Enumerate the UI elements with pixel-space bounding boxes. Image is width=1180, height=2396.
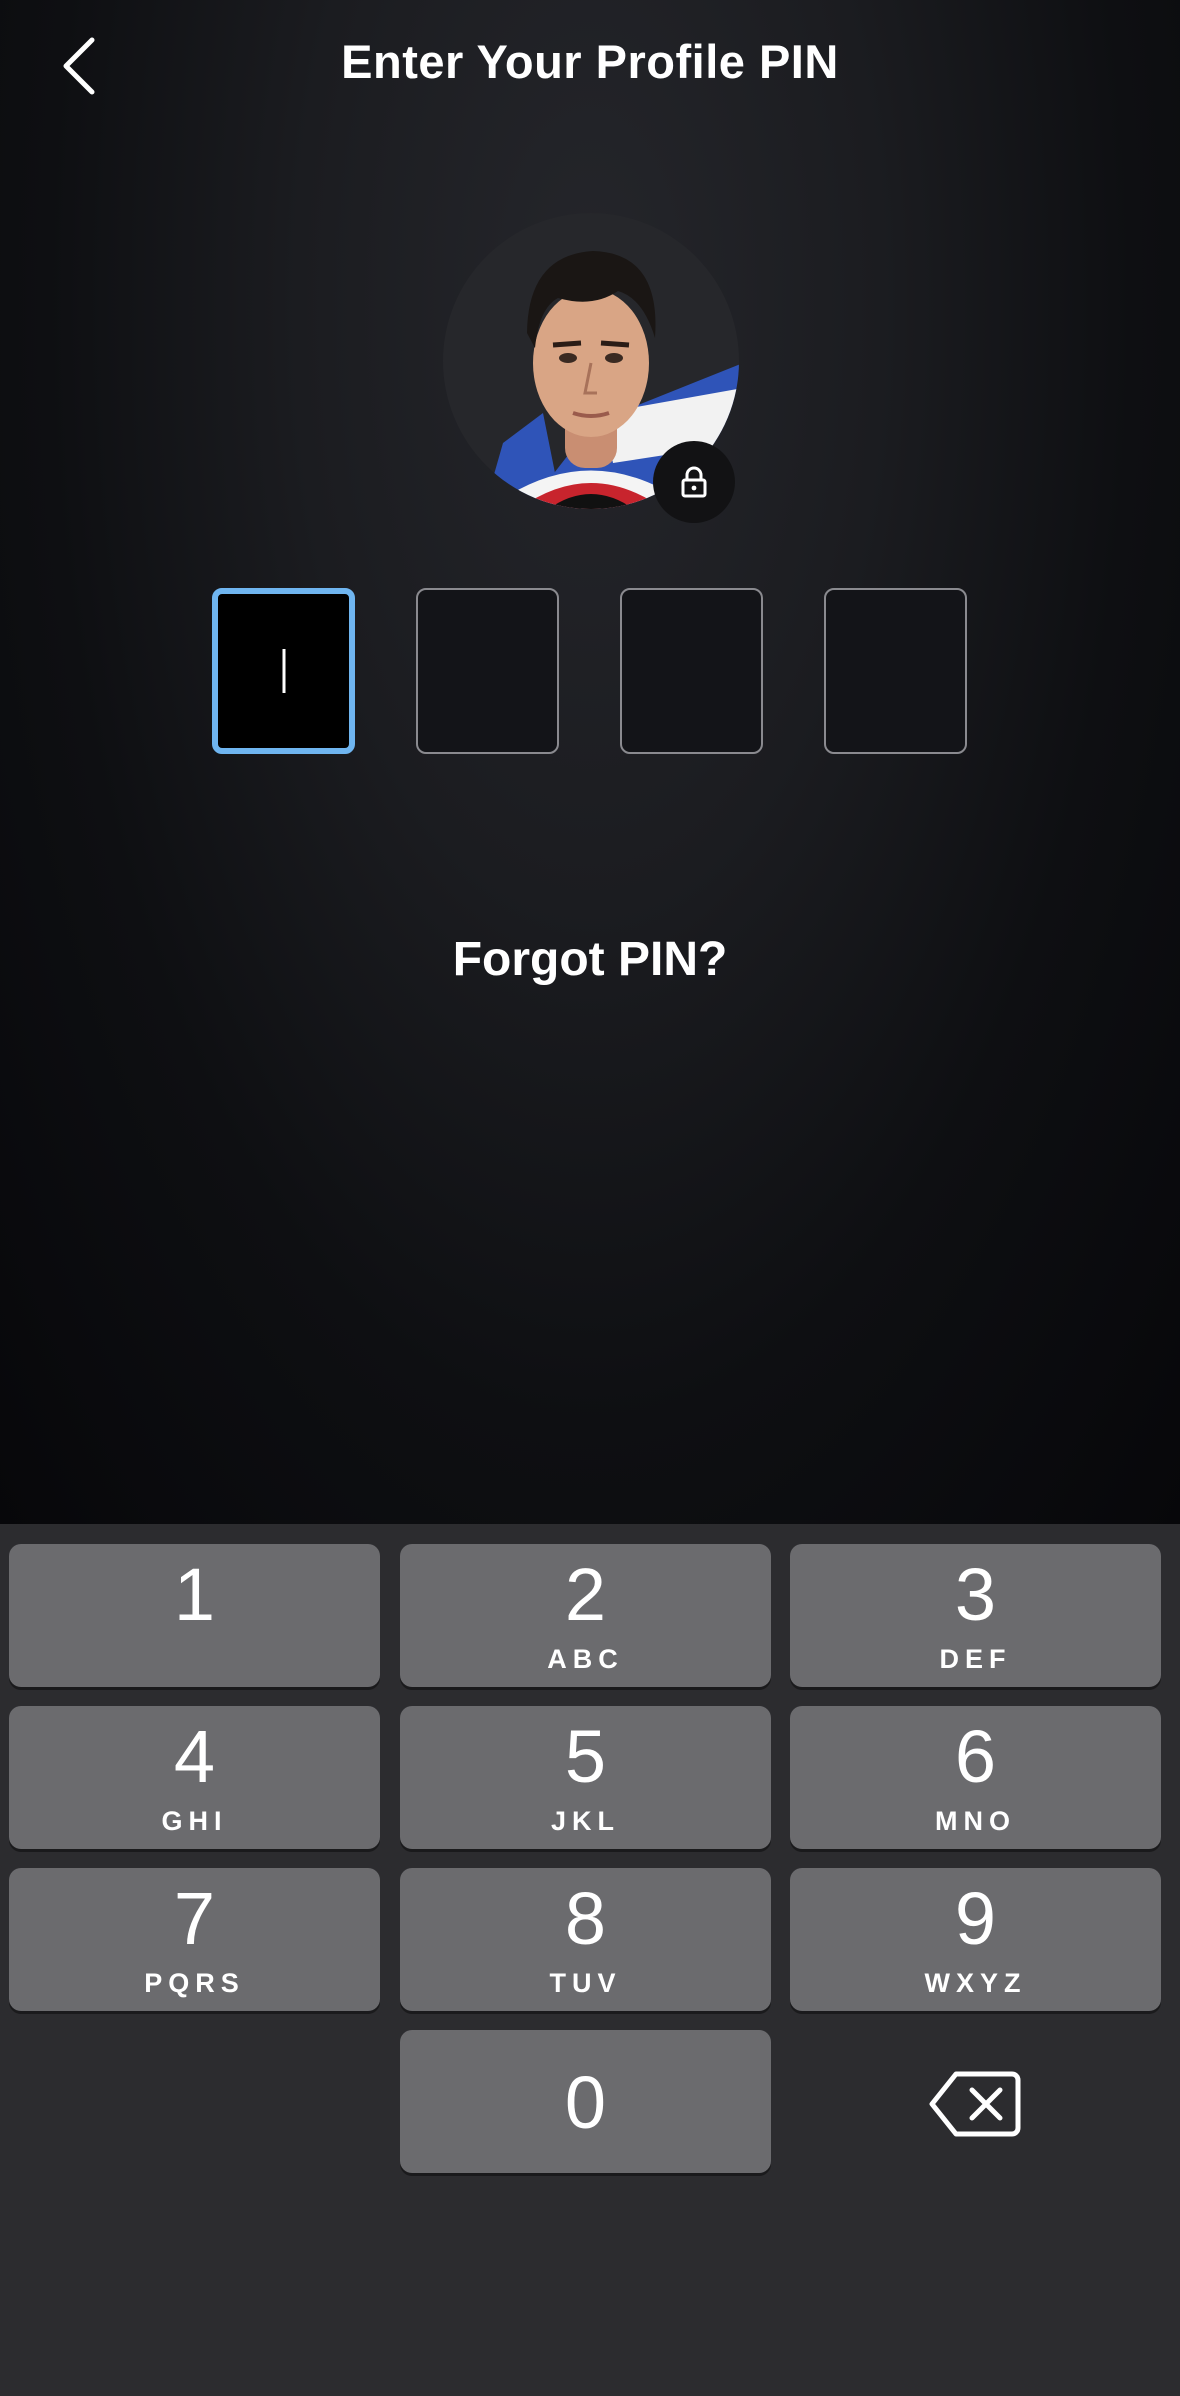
key-0[interactable]: 0 (400, 2030, 771, 2173)
page-title: Enter Your Profile PIN (341, 35, 839, 88)
key-8[interactable]: 8 TUV (400, 1868, 771, 2011)
key-digit: 9 (954, 1877, 997, 1960)
backspace-icon (929, 2071, 1021, 2137)
key-letters: GHI (161, 1806, 228, 1836)
forgot-pin-link[interactable]: Forgot PIN? (0, 932, 1180, 987)
pin-digit-1[interactable] (212, 588, 355, 754)
key-digit: 4 (173, 1715, 216, 1798)
key-digit: 0 (564, 2061, 607, 2144)
text-cursor (282, 649, 285, 693)
key-9[interactable]: 9 WXYZ (790, 1868, 1161, 2011)
pin-digit-4[interactable] (824, 588, 967, 754)
pin-digit-3[interactable] (620, 588, 763, 754)
key-letters: TUV (549, 1968, 622, 1998)
key-4[interactable]: 4 GHI (9, 1706, 380, 1849)
key-letters: WXYZ (924, 1968, 1027, 1998)
key-letters: JKL (550, 1806, 620, 1836)
key-digit: 2 (564, 1553, 607, 1636)
key-letters: DEF (939, 1644, 1012, 1674)
lock-icon (681, 466, 707, 498)
key-letters: MNO (935, 1806, 1016, 1836)
key-digit: 6 (954, 1715, 997, 1798)
pin-screen: Enter Your Profile PIN Forgot PIN? (0, 0, 1180, 1524)
key-5[interactable]: 5 JKL (400, 1706, 771, 1849)
key-digit: 5 (564, 1715, 607, 1798)
key-2[interactable]: 2 ABC (400, 1544, 771, 1687)
delete-button[interactable] (928, 2064, 1024, 2144)
key-6[interactable]: 6 MNO (790, 1706, 1161, 1849)
pin-entry (212, 588, 968, 756)
key-letters: ABC (547, 1644, 624, 1674)
key-7[interactable]: 7 PQRS (9, 1868, 380, 2011)
pin-digit-2[interactable] (416, 588, 559, 754)
key-1[interactable]: 1 (9, 1544, 380, 1687)
key-3[interactable]: 3 DEF (790, 1544, 1161, 1687)
key-digit: 1 (173, 1553, 216, 1636)
key-digit: 7 (173, 1877, 216, 1960)
key-letters: PQRS (144, 1968, 245, 1998)
numeric-keypad: 1 2 ABC 3 DEF 4 GHI 5 JKL 6 MNO 7 PQRS 8… (0, 1524, 1180, 2396)
key-digit: 8 (564, 1877, 607, 1960)
lock-badge (653, 441, 735, 523)
profile-avatar-container (443, 213, 739, 523)
key-digit: 3 (954, 1553, 997, 1636)
